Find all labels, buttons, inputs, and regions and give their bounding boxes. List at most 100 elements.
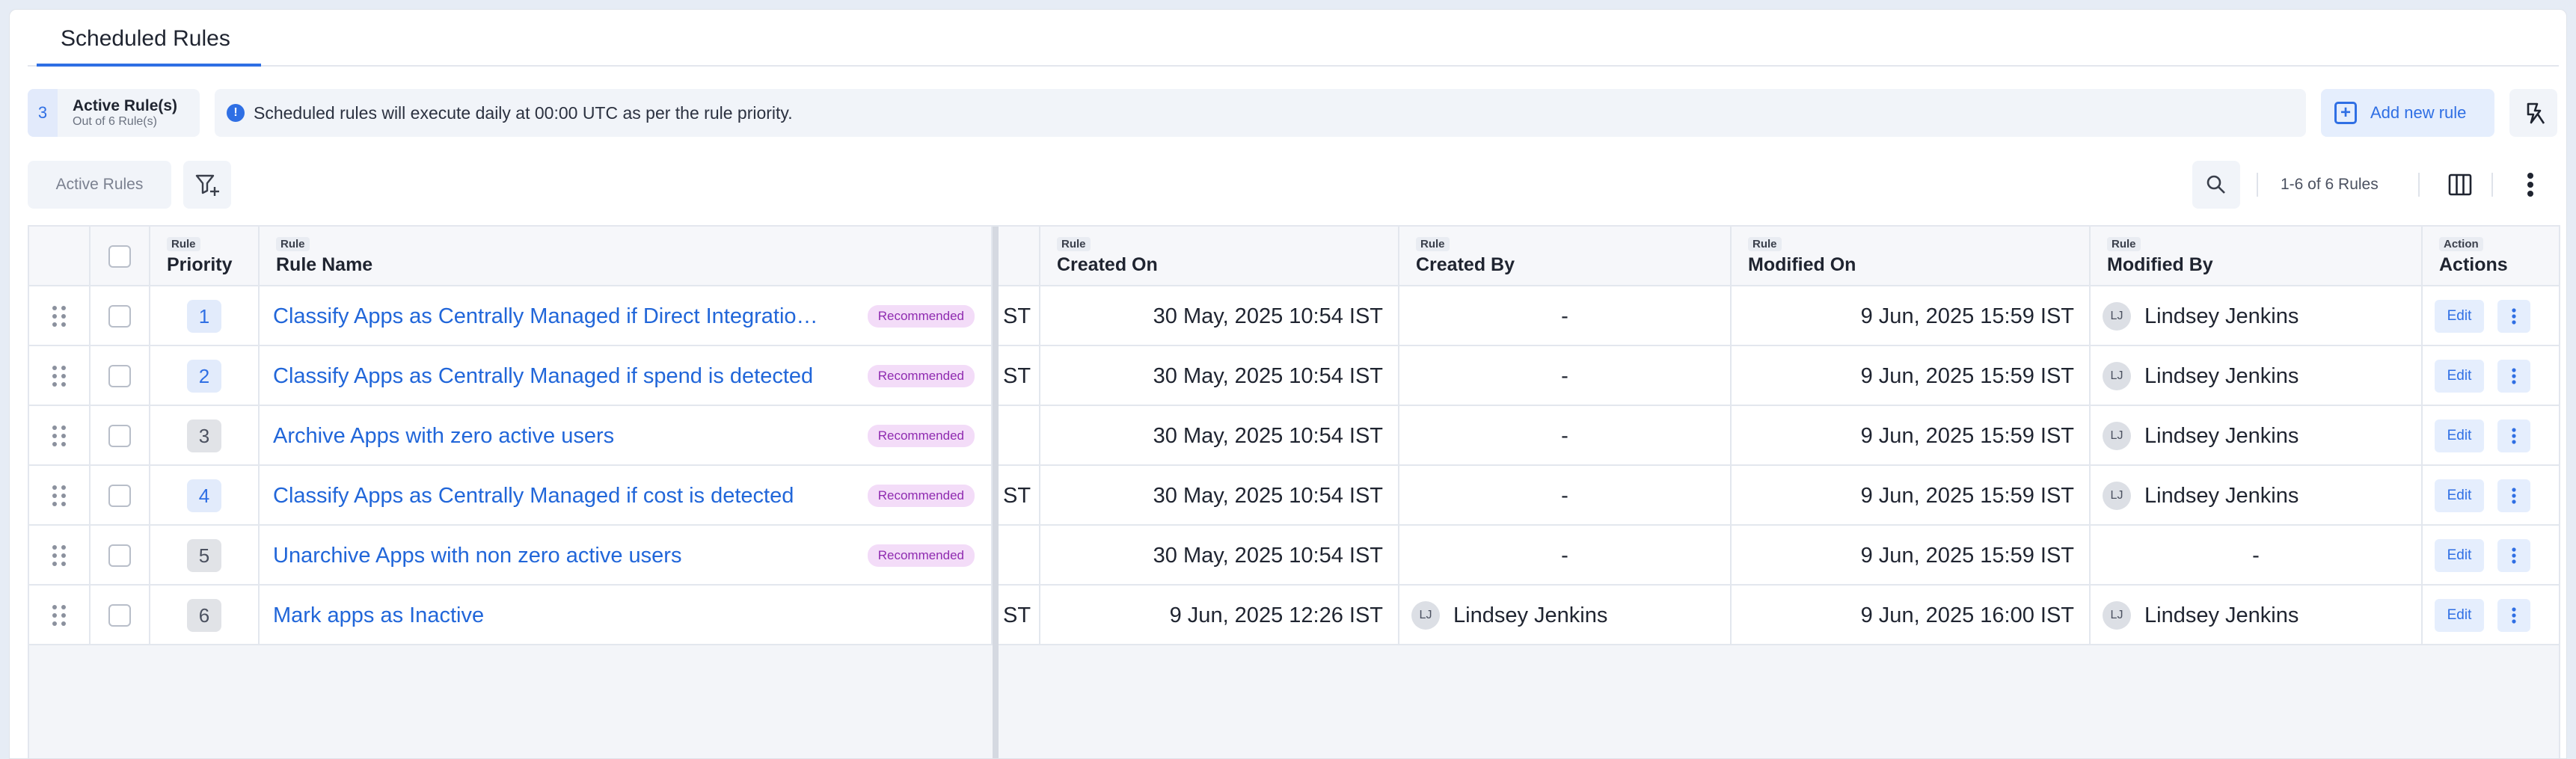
filter-chip-active-rules[interactable]: Active Rules — [28, 161, 171, 209]
header-group-label: Action — [2439, 237, 2483, 251]
header-modified-on[interactable]: Rule Modified On — [1732, 227, 2091, 286]
avatar: LJ — [2103, 422, 2131, 450]
priority-cell: 5 — [150, 526, 260, 586]
avatar: LJ — [2103, 601, 2131, 630]
columns-button[interactable] — [2442, 167, 2478, 203]
created-on-value: 30 May, 2025 10:54 IST — [1153, 423, 1383, 448]
actions-cell: Edit — [2423, 586, 2559, 645]
rule-name-link[interactable]: Classify Apps as Centrally Managed if Di… — [273, 304, 827, 329]
kebab-menu-icon — [2512, 547, 2516, 564]
modified-on-value: 9 Jun, 2025 15:59 IST — [1860, 304, 2074, 328]
rule-name-link[interactable]: Mark apps as Inactive — [273, 603, 484, 628]
partial-column-cell — [999, 406, 1040, 466]
row-checkbox[interactable] — [108, 544, 131, 567]
edit-button[interactable]: Edit — [2435, 360, 2484, 393]
header-group-label: Rule — [1057, 237, 1091, 251]
info-icon: ! — [227, 104, 245, 122]
priority-badge: 5 — [187, 539, 221, 572]
header-group-label: Rule — [1416, 237, 1450, 251]
row-menu-button[interactable] — [2497, 360, 2530, 393]
modified-on-cell: 9 Jun, 2025 15:59 IST — [1732, 466, 2091, 526]
active-rules-summary: 3 Active Rule(s) Out of 6 Rule(s) — [28, 89, 200, 137]
active-rules-title: Active Rule(s) — [73, 97, 178, 114]
drag-handle[interactable] — [29, 286, 91, 346]
table-row[interactable]: 2 Classify Apps as Centrally Managed if … — [29, 346, 2559, 406]
table-row[interactable]: 4 Classify Apps as Centrally Managed if … — [29, 466, 2559, 526]
tab-scheduled-rules[interactable]: Scheduled Rules — [37, 10, 261, 67]
header-title: Modified On — [1748, 254, 1856, 275]
priority-cell: 6 — [150, 586, 260, 645]
automation-toggle-button[interactable] — [2509, 89, 2557, 137]
row-menu-button[interactable] — [2497, 539, 2530, 572]
drag-handle[interactable] — [29, 346, 91, 406]
header-priority[interactable]: Rule Priority — [150, 227, 260, 286]
search-button[interactable] — [2192, 161, 2240, 209]
table-row[interactable]: 6 Mark apps as Inactive ST 9 Jun, 2025 1… — [29, 586, 2559, 645]
modified-by-cell: LJ Lindsey Jenkins — [2091, 346, 2423, 406]
modified-by-cell: - — [2091, 526, 2423, 586]
actions-cell: Edit — [2423, 346, 2559, 406]
avatar: LJ — [1411, 601, 1440, 630]
header-created-by[interactable]: Rule Created By — [1399, 227, 1732, 286]
row-checkbox[interactable] — [108, 365, 131, 387]
header-modified-by[interactable]: Rule Modified By — [2091, 227, 2423, 286]
rule-name-link[interactable]: Unarchive Apps with non zero active user… — [273, 544, 681, 568]
modified-on-value: 9 Jun, 2025 15:59 IST — [1860, 363, 2074, 388]
rule-name-link[interactable]: Classify Apps as Centrally Managed if sp… — [273, 364, 813, 389]
created-on-cell: 30 May, 2025 10:54 IST — [1040, 346, 1399, 406]
add-filter-button[interactable] — [183, 161, 231, 209]
row-menu-button[interactable] — [2497, 479, 2530, 512]
row-menu-button[interactable] — [2497, 300, 2530, 333]
created-on-cell: 30 May, 2025 10:54 IST — [1040, 526, 1399, 586]
modified-by-cell: LJ Lindsey Jenkins — [2091, 466, 2423, 526]
kebab-menu-icon — [2512, 607, 2516, 624]
select-all-checkbox[interactable] — [108, 245, 131, 268]
partial-column-text: ST — [1003, 603, 1031, 627]
row-select-cell — [91, 406, 150, 466]
created-on-value: 9 Jun, 2025 12:26 IST — [1169, 603, 1383, 627]
add-new-rule-button[interactable]: + Add new rule — [2321, 89, 2494, 137]
avatar: LJ — [2103, 302, 2131, 331]
header-rule-name[interactable]: Rule Rule Name — [260, 227, 993, 286]
row-checkbox[interactable] — [108, 305, 131, 328]
created-by-cell: - — [1399, 526, 1732, 586]
edit-button[interactable]: Edit — [2435, 479, 2484, 512]
edit-button[interactable]: Edit — [2435, 420, 2484, 452]
edit-button[interactable]: Edit — [2435, 539, 2484, 572]
row-select-cell — [91, 346, 150, 406]
header-created-on[interactable]: Rule Created On — [1040, 227, 1399, 286]
row-checkbox[interactable] — [108, 425, 131, 447]
frozen-column-divider[interactable] — [993, 227, 999, 758]
actions-cell: Edit — [2423, 286, 2559, 346]
table-row[interactable]: 1 Classify Apps as Centrally Managed if … — [29, 286, 2559, 346]
header-group-label: Rule — [276, 237, 310, 251]
recommended-badge: Recommended — [867, 365, 975, 387]
drag-handle[interactable] — [29, 586, 91, 645]
drag-handle[interactable] — [29, 406, 91, 466]
header-drag-column — [29, 227, 91, 286]
table-row[interactable]: 3 Archive Apps with zero active users Re… — [29, 406, 2559, 466]
drag-handle[interactable] — [29, 466, 91, 526]
partial-column-cell — [999, 526, 1040, 586]
avatar: LJ — [2103, 362, 2131, 390]
priority-cell: 1 — [150, 286, 260, 346]
avatar: LJ — [2103, 482, 2131, 510]
kebab-menu-icon — [2527, 173, 2533, 197]
rule-name-link[interactable]: Archive Apps with zero active users — [273, 424, 614, 449]
row-menu-button[interactable] — [2497, 420, 2530, 452]
row-checkbox[interactable] — [108, 485, 131, 507]
row-checkbox[interactable] — [108, 604, 131, 627]
edit-button[interactable]: Edit — [2435, 300, 2484, 333]
more-options-button[interactable] — [2512, 167, 2548, 203]
table-row[interactable]: 5 Unarchive Apps with non zero active us… — [29, 526, 2559, 586]
edit-button[interactable]: Edit — [2435, 599, 2484, 632]
toolbar-divider — [2418, 173, 2420, 197]
drag-handle[interactable] — [29, 526, 91, 586]
rule-name-link[interactable]: Classify Apps as Centrally Managed if co… — [273, 484, 794, 508]
header-title: Rule Name — [276, 254, 373, 275]
rule-name-cell: Unarchive Apps with non zero active user… — [260, 526, 993, 586]
partial-column-text: ST — [1003, 483, 1031, 508]
created-on-cell: 30 May, 2025 10:54 IST — [1040, 466, 1399, 526]
plus-square-icon: + — [2334, 102, 2357, 124]
row-menu-button[interactable] — [2497, 599, 2530, 632]
